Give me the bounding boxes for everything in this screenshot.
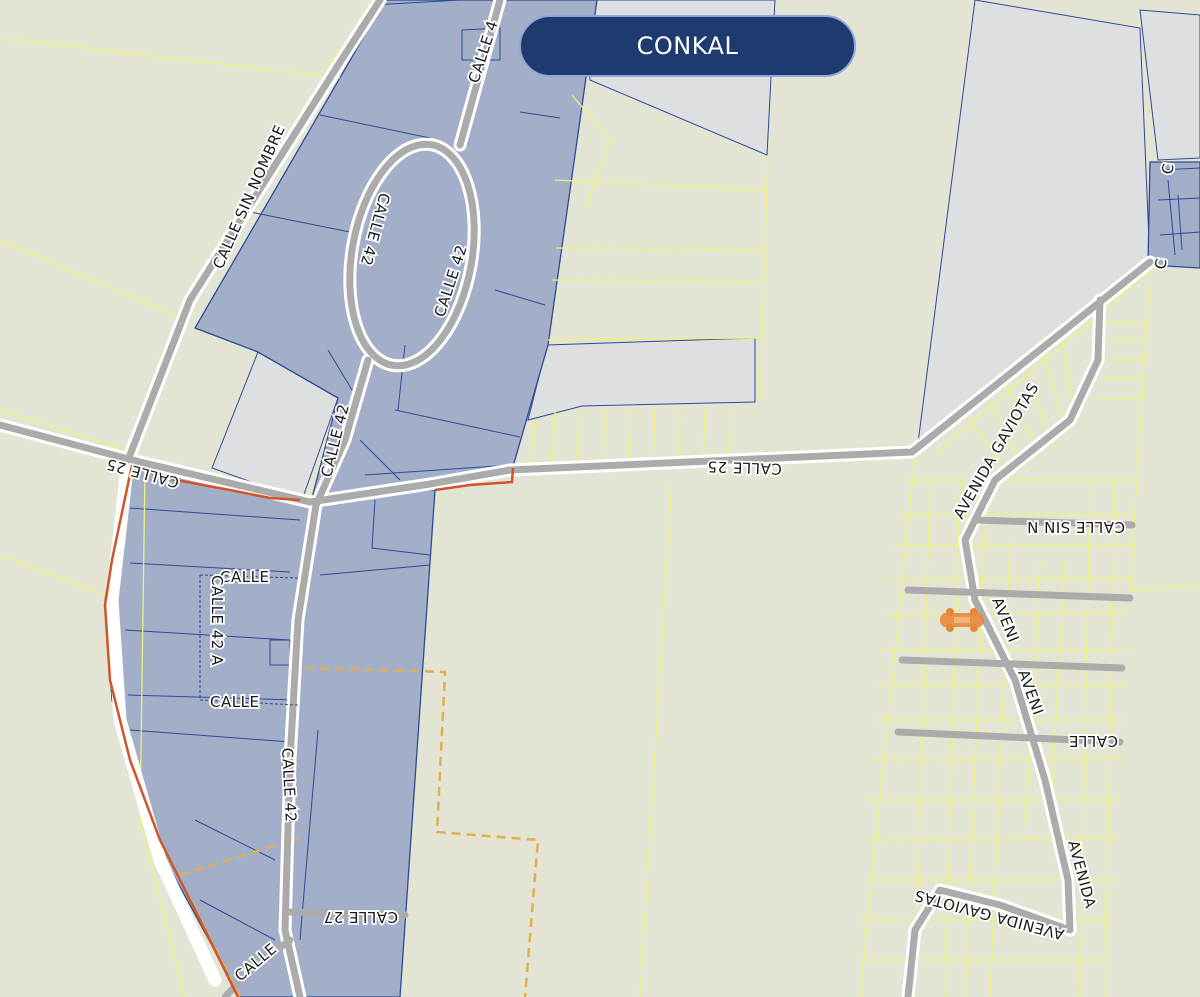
map-title: CONKAL: [636, 32, 739, 60]
parcel-east-edge: [1147, 161, 1200, 269]
label-calle-upper: CALLE: [220, 568, 269, 586]
label-calle-25-east: CALLE 25: [707, 457, 782, 478]
label-calle-east: CALLE: [1069, 732, 1118, 750]
label-calle-lower: CALLE: [210, 693, 259, 711]
map-canvas[interactable]: CALLE SIN NOMBRE CALLE 4 CALLE 42 CALLE …: [0, 0, 1200, 997]
label-calle-42a: CALLE 42 A: [208, 575, 226, 666]
label-calle-27: CALLE 27: [323, 908, 398, 926]
label-calle-sin-n: CALLE SIN N: [1027, 518, 1125, 536]
map-title-badge: CONKAL: [519, 15, 856, 77]
